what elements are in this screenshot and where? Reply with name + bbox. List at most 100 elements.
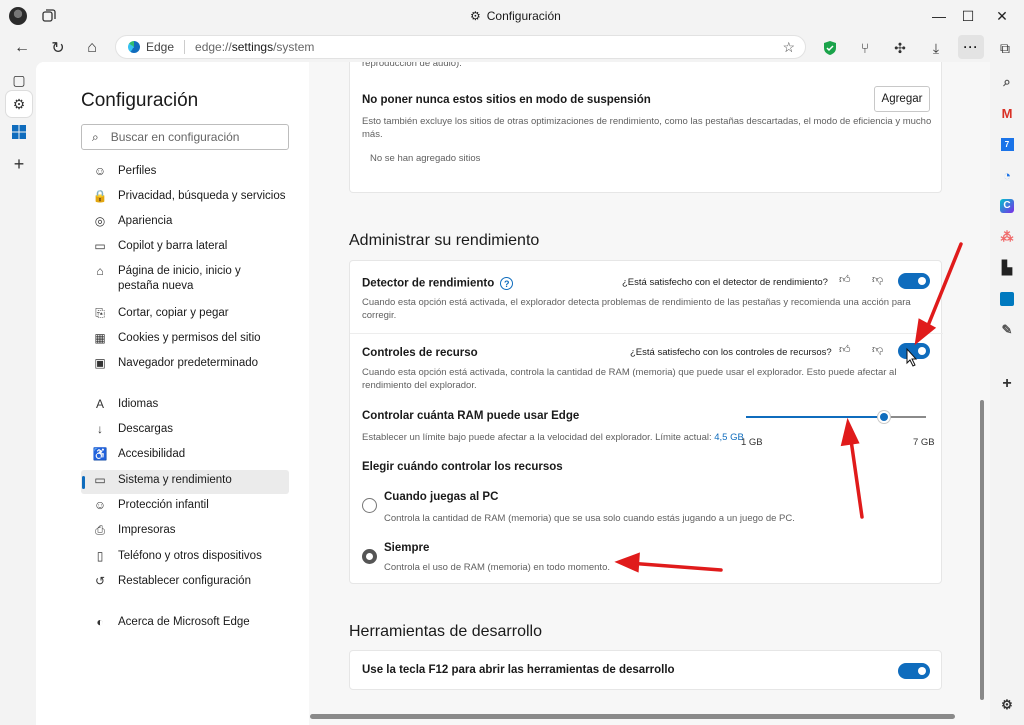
nav-item-icon: ◐: [96, 615, 104, 629]
nav-item-icon: ☺: [93, 164, 107, 178]
settings-nav-item[interactable]: ▭ Sistema y rendimiento: [81, 470, 289, 494]
tab-actions-icon[interactable]: [40, 7, 58, 25]
new-tab-plus-icon[interactable]: +: [9, 154, 29, 174]
favorite-star-icon[interactable]: ☆: [782, 39, 795, 56]
windows-logo-icon[interactable]: [9, 122, 29, 142]
shield-icon[interactable]: [820, 38, 840, 58]
nav-item-label: Sistema y rendimiento: [118, 474, 232, 486]
asana-icon[interactable]: ⁂: [997, 227, 1017, 247]
nav-item-label: Acerca de Microsoft Edge: [118, 616, 250, 628]
nav-item-icon: ▭: [94, 239, 106, 253]
nav-item-label: Página de inicio, inicio y pestaña nueva: [118, 265, 241, 292]
canva-icon[interactable]: C: [997, 196, 1017, 216]
trello-icon[interactable]: [997, 289, 1017, 309]
settings-nav-item[interactable]: ⎘ Cortar, copiar y pegar: [81, 303, 289, 323]
nav-item-icon: 🔒: [92, 189, 108, 203]
minimize-button[interactable]: —: [928, 6, 950, 26]
settings-nav-item[interactable]: ▦ Cookies y permisos del sitio: [81, 328, 289, 348]
gmail-icon[interactable]: M: [997, 103, 1017, 123]
url-scheme: edge://: [195, 40, 232, 54]
nav-item-icon: ↓: [97, 422, 103, 436]
nav-item-label: Copilot y barra lateral: [118, 240, 228, 252]
back-arrow-icon[interactable]: ←: [11, 37, 33, 59]
downloads-icon[interactable]: ⤓: [926, 38, 946, 58]
more-options-button[interactable]: ···: [958, 35, 984, 59]
collections-icon[interactable]: ⑂: [855, 38, 875, 58]
settings-nav-item[interactable]: ☺ Protección infantil: [81, 495, 289, 515]
tasks-icon[interactable]: ◔: [997, 165, 1017, 185]
settings-nav-item[interactable]: A Idiomas: [81, 394, 289, 414]
nav-item-label: Cookies y permisos del sitio: [118, 332, 261, 344]
nav-item-icon: ☺: [93, 498, 107, 512]
nav-item-icon: ◎: [94, 214, 106, 228]
horizontal-scrollbar[interactable]: [310, 714, 955, 719]
nav-item-label: Impresoras: [118, 524, 176, 536]
nav-item-label: Restablecer configuración: [118, 575, 251, 587]
address-bar[interactable]: Edge edge://settings/system ☆: [115, 35, 806, 59]
extensions-icon[interactable]: ✣: [890, 38, 910, 58]
settings-nav-item[interactable]: ▭ Copilot y barra lateral: [81, 236, 289, 256]
edge-sidebar: ⌕ M 7 ◔ C ⁂ ▙ ✎ + ⚙: [990, 62, 1024, 725]
settings-nav-item[interactable]: ⎙ Impresoras: [81, 520, 289, 540]
feather-icon[interactable]: ✎: [997, 320, 1017, 340]
nav-item-label: Accesibilidad: [118, 448, 186, 460]
nav-item-icon: ⎘: [95, 306, 105, 320]
settings-nav-item[interactable]: ◎ Apariencia: [81, 211, 289, 231]
nav-item-label: Perfiles: [118, 165, 157, 177]
settings-page: Configuración ⌕ Buscar en configuración …: [36, 62, 990, 725]
refresh-icon[interactable]: ↻: [47, 37, 69, 59]
nav-item-icon: ▭: [94, 473, 106, 487]
settings-nav-item[interactable]: ♿ Accesibilidad: [81, 444, 289, 464]
nav-item-icon: ▯: [96, 549, 104, 563]
vertical-scrollbar[interactable]: [980, 400, 984, 700]
sidebar-settings-gear-icon[interactable]: ⚙: [997, 695, 1017, 715]
settings-nav-item[interactable]: ◐ Acerca de Microsoft Edge: [81, 612, 289, 632]
notion-bag-icon[interactable]: ▙: [997, 258, 1017, 278]
nav-item-label: Navegador predeterminado: [118, 357, 259, 369]
close-window-button[interactable]: ✕: [991, 6, 1013, 26]
settings-navigation: Configuración ⌕ Buscar en configuración …: [36, 62, 309, 725]
tab-icon[interactable]: ▢: [9, 70, 29, 90]
nav-item-icon: ⎙: [95, 523, 105, 537]
settings-search-input[interactable]: ⌕ Buscar en configuración: [81, 124, 289, 150]
url-host: settings: [231, 40, 274, 54]
annotation-arrows: [614, 242, 963, 573]
settings-nav-item[interactable]: ↓ Descargas: [81, 419, 289, 439]
address-separator: [184, 40, 186, 54]
nav-item-icon: ▦: [94, 331, 106, 345]
nav-item-label: Descargas: [118, 423, 173, 435]
settings-nav-item[interactable]: ▯ Teléfono y otros dispositivos: [81, 546, 289, 566]
vertical-tabs-bar: ▢ ⚙ +: [0, 62, 36, 725]
edge-logo-icon: [128, 41, 140, 53]
title-bar: ⚙ Configuración — ☐ ✕: [0, 0, 1024, 33]
add-sidebar-app-plus-icon[interactable]: +: [997, 374, 1017, 394]
settings-title: Configuración: [81, 90, 199, 111]
profile-avatar[interactable]: [9, 7, 27, 25]
settings-nav-item[interactable]: 🔒 Privacidad, búsqueda y servicios: [81, 186, 289, 206]
edge-label: Edge: [146, 40, 175, 54]
nav-item-icon: ↺: [94, 574, 106, 588]
search-icon[interactable]: ⌕: [997, 72, 1017, 92]
home-icon[interactable]: ⌂: [81, 37, 103, 59]
nav-item-icon: ▣: [94, 356, 106, 370]
nav-item-label: Privacidad, búsqueda y servicios: [118, 190, 286, 202]
nav-item-label: Apariencia: [118, 215, 173, 227]
maximize-button[interactable]: ☐: [957, 6, 979, 26]
nav-item-icon: ⌂: [96, 264, 104, 278]
calendar-icon[interactable]: 7: [997, 134, 1017, 154]
nav-item-icon: ♿: [92, 447, 108, 461]
nav-item-label: Cortar, copiar y pegar: [118, 307, 229, 319]
sidebar-toggle-icon[interactable]: ⧉: [995, 38, 1015, 58]
window-title: ⚙ Configuración: [470, 9, 561, 23]
settings-nav-item[interactable]: ↺ Restablecer configuración: [81, 571, 289, 591]
settings-tab-gear-icon[interactable]: ⚙: [6, 91, 32, 117]
settings-nav-item[interactable]: ☺ Perfiles: [81, 161, 289, 181]
search-icon: ⌕: [92, 129, 99, 144]
gear-icon: ⚙: [470, 9, 481, 23]
nav-item-label: Teléfono y otros dispositivos: [118, 550, 262, 562]
settings-nav-item[interactable]: ⌂ Página de inicio, inicio y pestaña nuev…: [81, 261, 289, 297]
settings-nav-item[interactable]: ▣ Navegador predeterminado: [81, 353, 289, 373]
url-path: /system: [273, 40, 315, 54]
settings-main: reproducción de audio). No poner nunca e…: [309, 62, 990, 725]
mouse-cursor-icon: [906, 347, 918, 367]
